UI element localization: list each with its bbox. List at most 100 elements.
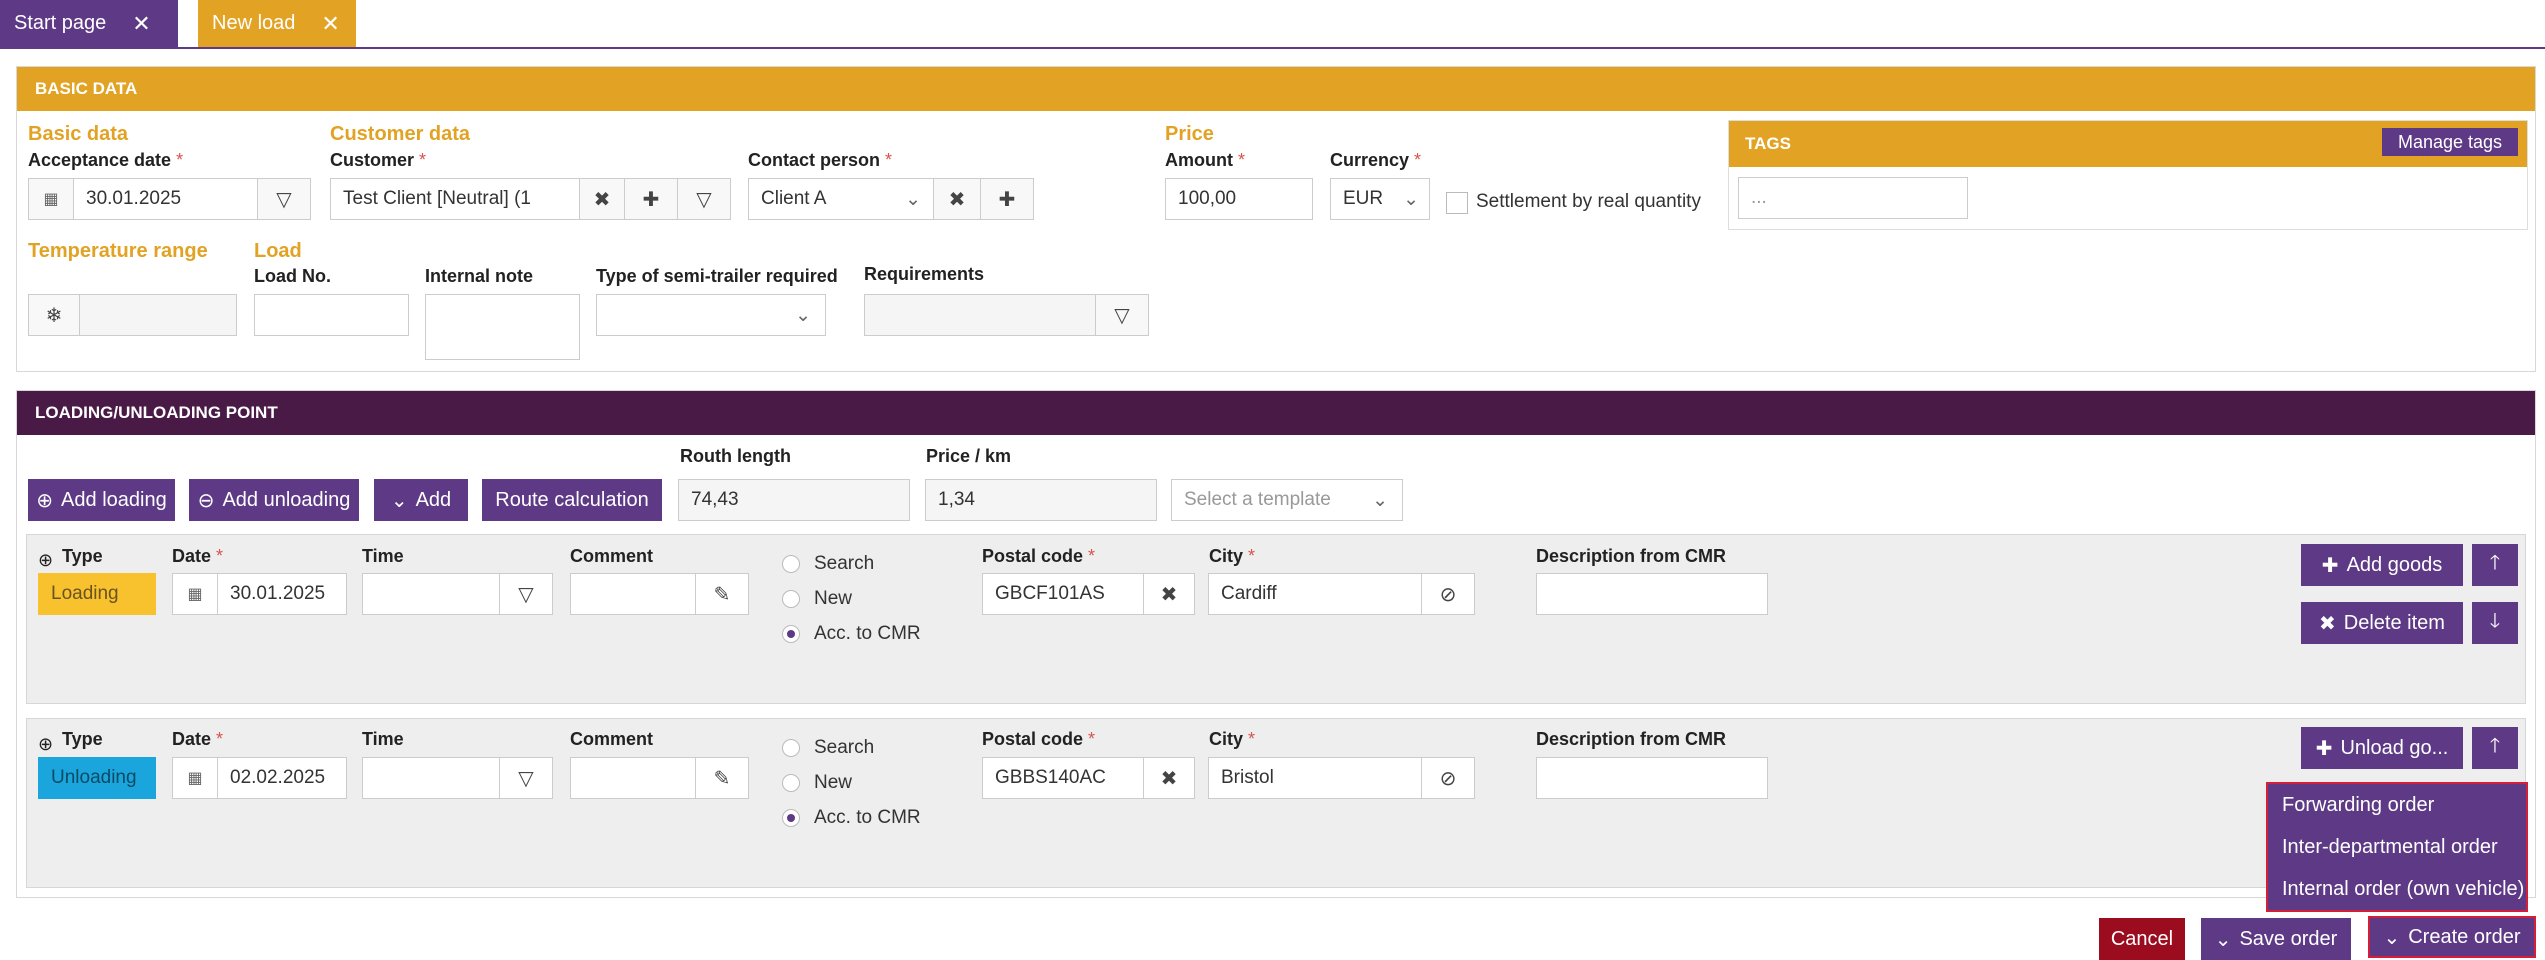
loading-date-input[interactable]: 30.01.2025 xyxy=(217,573,347,615)
temperature-input[interactable] xyxy=(79,294,237,336)
customer-input[interactable]: Test Client [Neutral] (1 xyxy=(330,178,580,220)
chevron-down-icon: ⌄ xyxy=(795,304,811,326)
move-up-button[interactable]: 🡑 xyxy=(2472,544,2518,586)
loading-comment-input[interactable] xyxy=(570,573,696,615)
add-loading-button[interactable]: ⊕ Add loading xyxy=(28,479,175,521)
contact-person-select[interactable]: Client A ⌄ xyxy=(748,178,934,220)
filter-icon[interactable]: ▽ xyxy=(677,178,731,220)
clear-icon[interactable]: ✖ xyxy=(933,178,981,220)
filter-icon[interactable]: ▽ xyxy=(257,178,311,220)
requirements-input[interactable] xyxy=(864,294,1096,336)
calendar-icon[interactable]: ▦ xyxy=(28,178,74,220)
loading-header: LOADING/UNLOADING POINT xyxy=(17,391,2535,435)
menu-item-forwarding-order[interactable]: Forwarding order xyxy=(2282,794,2434,817)
radio-acc-to-cmr[interactable]: Acc. to CMR xyxy=(782,807,921,829)
edit-icon[interactable]: ✎ xyxy=(695,757,749,799)
description-cmr-label: Description from CMR xyxy=(1536,546,1727,566)
internal-note-textarea[interactable] xyxy=(425,294,580,360)
template-select[interactable]: Select a template ⌄ xyxy=(1171,479,1403,521)
clear-icon[interactable]: ✖ xyxy=(1143,573,1195,615)
loading-description-input[interactable] xyxy=(1536,573,1768,615)
load-no-input[interactable] xyxy=(254,294,409,336)
price-km-label: Price / km xyxy=(926,446,1012,466)
radio-search[interactable]: Search xyxy=(782,553,874,575)
price-km-input[interactable]: 1,34 xyxy=(925,479,1157,521)
arrow-down-icon: 🡓 xyxy=(2489,610,2501,632)
plus-icon[interactable]: ✚ xyxy=(980,178,1034,220)
filter-icon[interactable]: ▽ xyxy=(1095,294,1149,336)
menu-item-inter-departmental-order[interactable]: Inter-departmental order xyxy=(2282,836,2498,859)
chevron-down-icon: ⌄ xyxy=(905,188,921,210)
tags-input[interactable]: ... xyxy=(1738,177,1968,219)
amount-input[interactable]: 100,00 xyxy=(1165,178,1313,220)
unloading-comment-input[interactable] xyxy=(570,757,696,799)
move-down-button[interactable]: 🡓 xyxy=(2472,602,2518,644)
calendar-icon[interactable]: ▦ xyxy=(172,757,218,799)
radio-new[interactable]: New xyxy=(782,588,852,610)
chevron-down-icon: ⌄ xyxy=(2214,928,2232,951)
internal-note-label: Internal note xyxy=(425,266,534,286)
create-order-button[interactable]: ⌄ Create order xyxy=(2368,916,2536,958)
delete-item-button[interactable]: ✖ Delete item xyxy=(2301,602,2463,644)
loading-postal-input[interactable]: GBCF101AS xyxy=(982,573,1144,615)
collapse-icon[interactable]: ⊕ xyxy=(38,734,53,755)
type-badge-unloading: Unloading xyxy=(38,757,156,799)
unload-goods-button[interactable]: ✚ Unload go... xyxy=(2301,727,2463,769)
tab-new-load[interactable]: New load ✕ xyxy=(198,0,356,47)
close-icon: ✖ xyxy=(2319,612,2336,635)
radio-search[interactable]: Search xyxy=(782,737,874,759)
save-order-button[interactable]: ⌄ Save order xyxy=(2201,918,2351,960)
edit-icon[interactable]: ✎ xyxy=(695,573,749,615)
unloading-description-input[interactable] xyxy=(1536,757,1768,799)
radio-new[interactable]: New xyxy=(782,772,852,794)
type-label: Type xyxy=(62,546,103,566)
settlement-label: Settlement by real quantity xyxy=(1476,191,1701,212)
manage-tags-button[interactable]: Manage tags xyxy=(2382,128,2518,156)
filter-icon[interactable]: ▽ xyxy=(499,757,553,799)
plus-icon[interactable]: ✚ xyxy=(624,178,678,220)
add-button[interactable]: ⌄ Add xyxy=(374,479,468,521)
comment-label: Comment xyxy=(570,546,654,566)
time-label: Time xyxy=(362,729,404,749)
acceptance-date-label: Acceptance date * xyxy=(28,150,184,170)
unloading-date-input[interactable]: 02.02.2025 xyxy=(217,757,347,799)
settlement-checkbox[interactable] xyxy=(1446,192,1468,214)
chevron-down-icon: ⌄ xyxy=(1372,489,1388,511)
loading-city-input[interactable]: Cardiff xyxy=(1208,573,1422,615)
load-no-label: Load No. xyxy=(254,266,331,286)
add-goods-button[interactable]: ✚ Add goods xyxy=(2301,544,2463,586)
unloading-time-input[interactable] xyxy=(362,757,500,799)
compass-icon[interactable]: ⊘ xyxy=(1421,573,1475,615)
menu-item-internal-order[interactable]: Internal order (own vehicle) xyxy=(2282,878,2524,901)
tab-start-page[interactable]: Start page ✕ xyxy=(0,0,178,47)
cancel-button[interactable]: Cancel xyxy=(2099,918,2185,960)
currency-select[interactable]: EUR ⌄ xyxy=(1330,178,1430,220)
description-cmr-label: Description from CMR xyxy=(1536,729,1727,749)
filter-icon[interactable]: ▽ xyxy=(499,573,553,615)
move-up-button[interactable]: 🡑 xyxy=(2472,727,2518,769)
unloading-city-input[interactable]: Bristol xyxy=(1208,757,1422,799)
arrow-up-icon: 🡑 xyxy=(2489,552,2501,574)
clear-icon[interactable]: ✖ xyxy=(1143,757,1195,799)
compass-icon[interactable]: ⊘ xyxy=(1421,757,1475,799)
clear-icon[interactable]: ✖ xyxy=(579,178,625,220)
close-icon[interactable]: ✕ xyxy=(132,11,150,37)
expand-icon[interactable]: ⊕ xyxy=(38,550,53,571)
route-length-label: Routh length xyxy=(680,446,791,466)
radio-acc-to-cmr[interactable]: Acc. to CMR xyxy=(782,623,921,645)
contact-person-label: Contact person * xyxy=(748,150,893,170)
requirements-label: Requirements xyxy=(864,264,985,284)
add-unloading-button[interactable]: ⊖ Add unloading xyxy=(189,479,359,521)
route-length-input[interactable]: 74,43 xyxy=(678,479,910,521)
snowflake-icon[interactable]: ❄ xyxy=(28,294,80,336)
chevron-down-icon: ⌄ xyxy=(2383,926,2401,949)
customer-label: Customer * xyxy=(330,150,427,170)
route-calculation-button[interactable]: Route calculation xyxy=(482,479,662,521)
loading-time-input[interactable] xyxy=(362,573,500,615)
acceptance-date-input[interactable]: 30.01.2025 xyxy=(73,178,258,220)
close-icon[interactable]: ✕ xyxy=(321,11,339,37)
unloading-postal-input[interactable]: GBBS140AC xyxy=(982,757,1144,799)
semi-trailer-select[interactable]: ⌄ xyxy=(596,294,826,336)
calendar-icon[interactable]: ▦ xyxy=(172,573,218,615)
plus-icon: ✚ xyxy=(2321,554,2339,577)
